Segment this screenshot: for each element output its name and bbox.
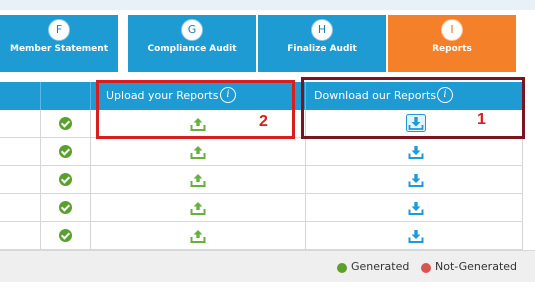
download-icon[interactable] — [408, 201, 424, 215]
step-label: Member Statement — [9, 44, 108, 54]
reports-page: F Member Statement G Compliance Audit H … — [0, 0, 535, 293]
upload-icon[interactable] — [190, 229, 206, 243]
step-label: Compliance Audit — [147, 44, 237, 54]
step-tab-compliance-audit[interactable]: G Compliance Audit — [128, 15, 256, 72]
step-letter: F — [48, 19, 70, 41]
step-tab-member-statement[interactable]: F Member Statement — [0, 15, 118, 72]
table-row — [0, 194, 523, 222]
upload-icon[interactable] — [190, 201, 206, 215]
column-divider — [40, 110, 41, 250]
download-annotation-box — [301, 77, 525, 139]
legend-not-generated: Not-Generated — [435, 260, 518, 273]
legend-generated: Generated — [351, 260, 410, 273]
step-letter: I — [441, 19, 463, 41]
x-circle-icon — [421, 263, 431, 273]
step-tab-finalize-audit[interactable]: H Finalize Audit — [258, 15, 386, 72]
table-row — [0, 166, 523, 194]
table-row — [0, 222, 523, 250]
annotation-number: 1 — [477, 111, 486, 128]
column-divider — [90, 82, 91, 110]
download-icon[interactable] — [408, 145, 424, 159]
column-divider — [90, 110, 91, 250]
generated-status-icon — [59, 201, 72, 214]
step-letter: H — [311, 19, 333, 41]
download-icon[interactable] — [408, 229, 424, 243]
annotation-number: 2 — [259, 113, 268, 130]
column-divider — [40, 82, 41, 110]
top-strip — [0, 0, 535, 10]
step-label: Reports — [432, 44, 472, 54]
step-label: Finalize Audit — [287, 44, 357, 54]
download-icon[interactable] — [408, 173, 424, 187]
step-tab-reports[interactable]: I Reports — [388, 15, 516, 72]
table-row — [0, 138, 523, 166]
check-circle-icon — [337, 263, 347, 273]
generated-status-icon — [59, 229, 72, 242]
legend-bar: Generated Not-Generated — [0, 250, 535, 282]
upload-icon[interactable] — [190, 145, 206, 159]
generated-status-icon — [59, 145, 72, 158]
generated-status-icon — [59, 117, 72, 130]
upload-icon[interactable] — [190, 173, 206, 187]
generated-status-icon — [59, 173, 72, 186]
step-letter: G — [181, 19, 203, 41]
